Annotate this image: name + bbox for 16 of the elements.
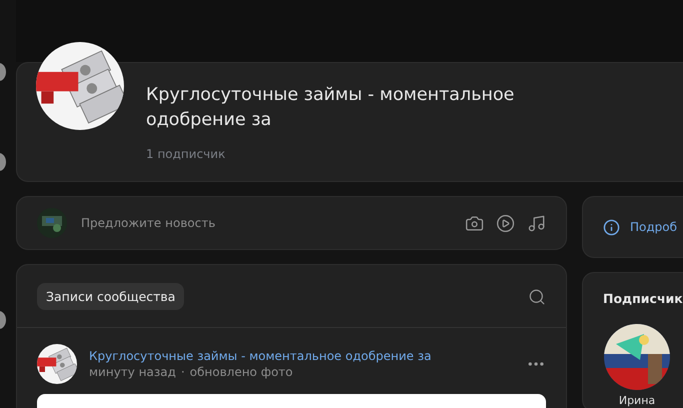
search-icon[interactable] [528, 288, 546, 306]
followers-title: Подписчик [603, 291, 683, 306]
follower-name[interactable]: Ирина [618, 394, 656, 407]
suggest-news-field[interactable]: Предложите новость [79, 215, 453, 231]
post-author-link[interactable]: Круглосуточные займы - моментальное одобрение за [89, 349, 514, 363]
separator-dot: · [180, 365, 185, 379]
posts-tab[interactable]: Записи сообщества [37, 283, 184, 310]
camera-icon[interactable] [465, 214, 484, 232]
details-link[interactable]: Подроб [630, 220, 678, 234]
music-icon[interactable] [527, 214, 546, 232]
post-time: минуту назад [89, 365, 176, 379]
play-icon[interactable] [496, 214, 515, 232]
info-icon [603, 218, 620, 236]
post-action: обновлено фото [190, 365, 293, 379]
community-title: Круглосуточные займы - моментальное одобрение за [146, 84, 516, 132]
subscriber-count[interactable]: 1 подписчик [146, 147, 576, 161]
